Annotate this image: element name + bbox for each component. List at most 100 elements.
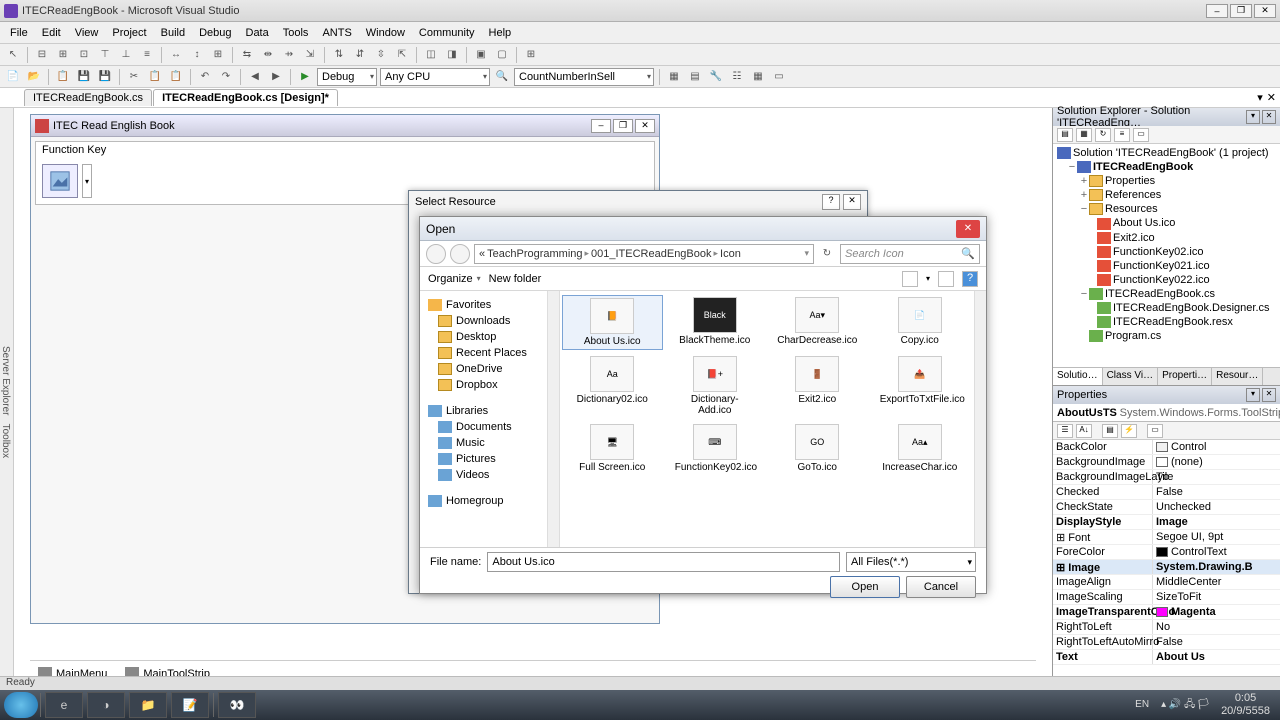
save-all-icon[interactable]: 💾: [96, 68, 114, 86]
file-item[interactable]: ⌨FunctionKey02.ico: [665, 422, 766, 475]
property-value[interactable]: Tile: [1153, 470, 1280, 484]
libraries-header[interactable]: Libraries: [420, 403, 559, 419]
view-options-icon[interactable]: [902, 271, 918, 287]
taskbar-app2-icon[interactable]: 👀: [218, 692, 256, 718]
sidebar-videos[interactable]: Videos: [420, 467, 559, 483]
property-value[interactable]: Image: [1153, 515, 1280, 529]
align-top-icon[interactable]: ⊤: [96, 46, 114, 64]
left-rail[interactable]: Server Explorer Toolbox: [0, 108, 14, 692]
file-item[interactable]: 📕+Dictionary-Add.ico: [665, 354, 766, 418]
center-horiz-icon[interactable]: ◫: [422, 46, 440, 64]
minimize-button[interactable]: –: [1206, 4, 1228, 18]
property-value[interactable]: About Us: [1153, 650, 1280, 664]
tab-nav-dropdown[interactable]: ▾: [1257, 91, 1263, 104]
taskbar-explorer-icon[interactable]: 📁: [129, 692, 167, 718]
property-grid[interactable]: BackColorControl BackgroundImage(none) B…: [1053, 440, 1280, 691]
bring-front-icon[interactable]: ▣: [472, 46, 490, 64]
tab-solution[interactable]: Solutio…: [1053, 368, 1103, 385]
tray-lang[interactable]: EN: [1129, 699, 1155, 711]
property-row[interactable]: TextAbout Us: [1053, 650, 1280, 665]
hspacing-dec-icon[interactable]: ⇸: [280, 46, 298, 64]
file-item[interactable]: GOGoTo.ico: [767, 422, 868, 475]
cancel-button[interactable]: Cancel: [906, 576, 976, 598]
categorized-icon[interactable]: ☰: [1057, 424, 1073, 438]
se-viewdesigner-icon[interactable]: ▭: [1133, 128, 1149, 142]
prop-pages-icon[interactable]: ▭: [1147, 424, 1163, 438]
property-row[interactable]: ForeColorControlText: [1053, 545, 1280, 560]
property-value[interactable]: Control: [1153, 440, 1280, 454]
refresh-icon[interactable]: ↻: [818, 245, 836, 263]
hspacing-icon[interactable]: ⇆: [238, 46, 256, 64]
new-folder-button[interactable]: New folder: [489, 273, 542, 285]
property-row[interactable]: DisplayStyleImage: [1053, 515, 1280, 530]
align-left-icon[interactable]: ⊟: [33, 46, 51, 64]
panel-close-icon[interactable]: ✕: [1262, 388, 1276, 402]
property-value[interactable]: MiddleCenter: [1153, 575, 1280, 589]
sidebar-pictures[interactable]: Pictures: [420, 451, 559, 467]
preview-pane-icon[interactable]: [938, 271, 954, 287]
property-row[interactable]: CheckedFalse: [1053, 485, 1280, 500]
sidebar-recent[interactable]: Recent Places: [420, 345, 559, 361]
menu-debug[interactable]: Debug: [193, 25, 237, 41]
center-vert-icon[interactable]: ◨: [443, 46, 461, 64]
file-item[interactable]: 📤ExportToTxtFile.ico: [870, 354, 971, 418]
open-button[interactable]: Open: [830, 576, 900, 598]
toolbox-icon[interactable]: 🔧: [707, 68, 725, 86]
platform-combo[interactable]: Any CPU: [380, 68, 490, 86]
property-object-selector[interactable]: AboutUsTS System.Windows.Forms.ToolStrip…: [1053, 404, 1280, 422]
panel-pin-icon[interactable]: ▾: [1246, 388, 1260, 402]
sidebar-downloads[interactable]: Downloads: [420, 313, 559, 329]
taskbar-app1-icon[interactable]: ◑: [87, 692, 125, 718]
taskbar-ie-icon[interactable]: e: [45, 692, 83, 718]
undo-icon[interactable]: ↶: [196, 68, 214, 86]
tray-icons[interactable]: ▴ 🔊 🖧 🏳: [1155, 699, 1215, 711]
breadcrumb-dropdown-icon[interactable]: ▾: [804, 248, 809, 259]
find-icon[interactable]: 🔍: [493, 68, 511, 86]
align-center-icon[interactable]: ⊞: [54, 46, 72, 64]
sidebar-desktop[interactable]: Desktop: [420, 329, 559, 345]
sidebar-scrollbar[interactable]: [547, 291, 559, 547]
start-button[interactable]: [4, 692, 38, 718]
vspacing-inc-icon[interactable]: ⇵: [351, 46, 369, 64]
property-row[interactable]: RightToLeftNo: [1053, 620, 1280, 635]
file-item[interactable]: Aa▾CharDecrease.ico: [767, 295, 868, 350]
property-value[interactable]: (none): [1153, 455, 1280, 469]
events-icon[interactable]: ⚡: [1121, 424, 1137, 438]
file-item[interactable]: 📄Copy.ico: [870, 295, 971, 350]
find-combo[interactable]: CountNumberInSell: [514, 68, 654, 86]
menu-ants[interactable]: ANTS: [316, 25, 357, 41]
vspacing-rem-icon[interactable]: ⇱: [393, 46, 411, 64]
menu-edit[interactable]: Edit: [36, 25, 67, 41]
panel-pin-icon[interactable]: ▾: [1246, 110, 1260, 124]
property-value[interactable]: Magenta: [1153, 605, 1280, 619]
filelist-scrollbar[interactable]: [974, 291, 986, 547]
form-close-button[interactable]: ✕: [635, 119, 655, 133]
toolstrip-image-button[interactable]: [42, 164, 78, 198]
nav-forward-button[interactable]: [450, 244, 470, 264]
menu-community[interactable]: Community: [413, 25, 481, 41]
file-item[interactable]: BlackBlackTheme.ico: [665, 295, 766, 350]
sidebar-dropbox[interactable]: Dropbox: [420, 377, 559, 393]
tab-designer[interactable]: ITECReadEngBook.cs [Design]*: [153, 89, 338, 106]
output-icon[interactable]: ▭: [770, 68, 788, 86]
properties-icon[interactable]: ▤: [686, 68, 704, 86]
file-item[interactable]: 🚪Exit2.ico: [767, 354, 868, 418]
config-combo[interactable]: Debug: [317, 68, 377, 86]
file-item[interactable]: AaDictionary02.ico: [562, 354, 663, 418]
tab-classview[interactable]: Class Vi…: [1103, 368, 1159, 385]
se-showall-icon[interactable]: ▦: [1076, 128, 1092, 142]
menu-data[interactable]: Data: [240, 25, 275, 41]
open-icon[interactable]: 📂: [25, 68, 43, 86]
new-project-icon[interactable]: 📄: [4, 68, 22, 86]
property-value[interactable]: ControlText: [1153, 545, 1280, 559]
tab-properties[interactable]: Properti…: [1158, 368, 1212, 385]
class-view-icon[interactable]: ▦: [749, 68, 767, 86]
properties-page-icon[interactable]: ▤: [1102, 424, 1118, 438]
tab-close[interactable]: ✕: [1267, 91, 1276, 104]
nav-back-button[interactable]: [426, 244, 446, 264]
open-dialog-sidebar[interactable]: Favorites Downloads Desktop Recent Place…: [420, 291, 560, 547]
menu-tools[interactable]: Tools: [277, 25, 315, 41]
menu-build[interactable]: Build: [155, 25, 191, 41]
solution-explorer-icon[interactable]: ▦: [665, 68, 683, 86]
vspacing-icon[interactable]: ⇅: [330, 46, 348, 64]
